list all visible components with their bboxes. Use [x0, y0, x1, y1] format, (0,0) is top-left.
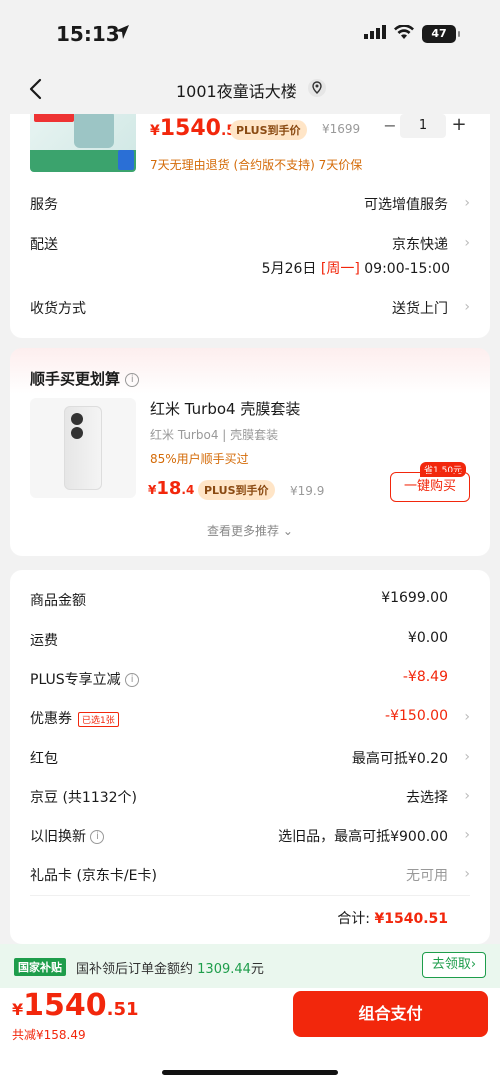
- subsidy-badge: 国家补贴: [14, 958, 66, 976]
- chevron-right-icon: ›: [464, 235, 470, 251]
- recommend-product-stat: 85%用户顺手买过: [150, 452, 249, 466]
- nav-title-group[interactable]: 1001夜童话大楼: [176, 78, 327, 102]
- location-arrow-icon: [114, 24, 130, 44]
- trade-in-value: 选旧品，最高可抵¥900.00: [278, 829, 448, 845]
- service-label: 服务: [30, 197, 58, 213]
- back-button[interactable]: [22, 74, 52, 104]
- recommend-product-spec: 红米 Turbo4 | 壳膜套装: [150, 428, 279, 442]
- delivery-label: 配送: [30, 237, 58, 253]
- gift-card-label: 礼品卡 (京东卡/E卡): [30, 868, 157, 884]
- order-product-card: ¥1540.51 PLUS到手价 ¥1699 − 1 + 7天无理由退货 (合约…: [10, 114, 490, 338]
- combined-pay-button[interactable]: 组合支付: [293, 991, 488, 1037]
- quantity-increase-button[interactable]: +: [450, 114, 468, 135]
- chevron-right-icon: ›: [464, 788, 470, 804]
- chevron-right-icon: ›: [464, 827, 470, 843]
- one-click-buy-button[interactable]: 一键购买: [390, 472, 470, 502]
- chevron-right-icon: ›: [464, 299, 470, 315]
- final-price: ¥1540.51: [12, 988, 139, 1023]
- product-thumbnail[interactable]: [30, 114, 136, 172]
- status-time: 15:13: [56, 22, 120, 46]
- service-value: 可选增值服务: [364, 197, 448, 213]
- quantity-decrease-button[interactable]: −: [382, 116, 398, 135]
- trade-in-label: 以旧换新 i: [30, 826, 105, 846]
- claim-subsidy-button[interactable]: 去领取›: [422, 952, 486, 978]
- chevron-down-icon: ⌄: [282, 524, 293, 538]
- total-saved: 共减¥158.49: [12, 1028, 86, 1042]
- recommend-product-image[interactable]: [30, 398, 136, 498]
- divider: [30, 895, 470, 896]
- subsidy-text: 国补领后订单金额约 1309.44元: [76, 962, 264, 977]
- shipping-value: ¥0.00: [407, 630, 448, 646]
- recommend-title: 顺手买更划算 i: [30, 368, 140, 389]
- chevron-left-icon: [29, 78, 42, 100]
- red-packet-value: 最高可抵¥0.20: [351, 751, 448, 767]
- red-packet-label: 红包: [30, 751, 58, 767]
- delivery-carrier: 京东快递: [392, 237, 448, 253]
- gift-card-value: 无可用: [406, 868, 448, 884]
- signal-icon: [364, 24, 386, 43]
- recommend-card: 顺手买更划算 i 红米 Turbo4 壳膜套装 红米 Turbo4 | 壳膜套装…: [10, 348, 490, 556]
- original-price: ¥1699: [322, 122, 361, 136]
- receive-label: 收货方式: [30, 301, 86, 317]
- recommend-product-name[interactable]: 红米 Turbo4 壳膜套装: [150, 398, 300, 419]
- recommend-plus-tag: PLUS到手价: [198, 480, 275, 500]
- bottom-checkout-bar: ¥1540.51 共减¥158.49 组合支付: [0, 988, 500, 1084]
- nav-title: 1001夜童话大楼: [176, 82, 297, 101]
- goods-amount-label: 商品金额: [30, 593, 86, 609]
- jd-beans-value: 去选择: [406, 790, 448, 806]
- coupon-value: -¥150.00: [385, 708, 448, 724]
- more-recommend-link[interactable]: 查看更多推荐 ⌄: [10, 522, 490, 539]
- chevron-right-icon: ›: [464, 709, 470, 725]
- coupon-label: 优惠券 已选1张: [30, 708, 119, 728]
- chevron-right-icon: ›: [464, 866, 470, 882]
- chevron-right-icon: ›: [464, 749, 470, 765]
- total-amount: 合计: ¥1540.51: [337, 911, 448, 927]
- plus-discount-value: -¥8.49: [402, 669, 448, 685]
- jd-beans-label: 京豆 (共1132个): [30, 790, 138, 806]
- receive-value: 送货上门: [392, 301, 448, 317]
- info-icon[interactable]: i: [125, 372, 140, 387]
- goods-amount-value: ¥1699.00: [381, 590, 448, 606]
- info-icon[interactable]: i: [125, 673, 140, 687]
- quantity-input[interactable]: 1: [400, 114, 446, 138]
- battery-icon: 47: [422, 24, 460, 43]
- shipping-label: 运费: [30, 633, 58, 649]
- status-bar: 15:13 47: [0, 0, 500, 64]
- home-indicator[interactable]: [162, 1070, 338, 1075]
- plus-discount-label: PLUS专享立减 i: [30, 669, 140, 689]
- chevron-right-icon: ›: [464, 195, 470, 211]
- recommend-original-price: ¥19.9: [290, 484, 325, 498]
- wifi-icon: [394, 24, 414, 43]
- chevron-right-icon: ›: [470, 957, 477, 972]
- return-policy: 7天无理由退货 (合约版不支持) 7天价保: [150, 158, 363, 172]
- nav-bar: 1001夜童话大楼: [0, 64, 500, 114]
- location-pin-icon: [307, 78, 327, 102]
- recommend-price: ¥18.4: [148, 478, 195, 499]
- info-icon[interactable]: i: [90, 830, 105, 844]
- price-summary-card: 商品金额 ¥1699.00 运费 ¥0.00 PLUS专享立减 i -¥8.49…: [10, 570, 490, 944]
- coupon-selected-tag: 已选1张: [78, 711, 119, 727]
- delivery-time: 5月26日 [周一] 09:00-15:00: [261, 261, 450, 277]
- subsidy-bar: 国家补贴 国补领后订单金额约 1309.44元 去领取›: [0, 944, 500, 988]
- plus-price-tag: PLUS到手价: [230, 120, 307, 140]
